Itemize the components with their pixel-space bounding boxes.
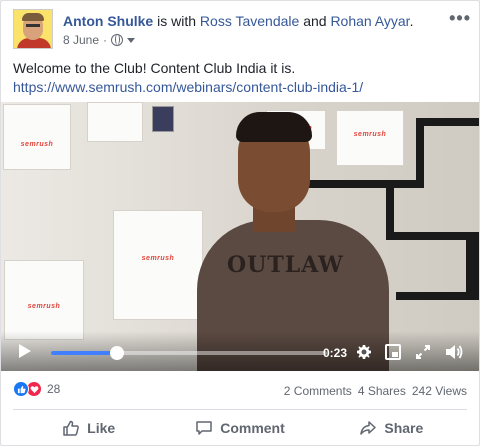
avatar[interactable] bbox=[13, 9, 53, 49]
bag-6: semrush bbox=[4, 260, 84, 340]
and-text: and bbox=[303, 13, 327, 29]
tagged-user-link-1[interactable]: Ross Tavendale bbox=[200, 13, 299, 29]
post-header: Anton Shulke is with Ross Tavendale and … bbox=[13, 9, 471, 53]
video-progress-bar[interactable] bbox=[51, 346, 327, 360]
sentence-period: . bbox=[409, 13, 414, 29]
bag-5: semrush bbox=[113, 210, 203, 320]
audience-caret-icon[interactable] bbox=[127, 37, 136, 43]
more-options-button[interactable]: ••• bbox=[449, 9, 471, 27]
with-text: is with bbox=[157, 13, 197, 29]
globe-icon bbox=[111, 34, 124, 46]
share-label: Share bbox=[384, 420, 424, 436]
reactions-summary[interactable]: 28 bbox=[13, 381, 60, 397]
meta-separator: · bbox=[103, 33, 108, 47]
wall-poster bbox=[152, 106, 174, 132]
bag-1: semrush bbox=[3, 104, 71, 170]
shirt-print-text: OUTLAW bbox=[227, 252, 344, 278]
author-line: Anton Shulke is with Ross Tavendale and … bbox=[63, 13, 413, 29]
like-label: Like bbox=[87, 420, 116, 436]
shelf-3 bbox=[301, 180, 424, 188]
engagement-counts: 2 Comments 4 Shares 242 Views bbox=[284, 384, 467, 398]
post-message: Welcome to the Club! Content Club India … bbox=[13, 59, 467, 97]
avatar-hair bbox=[22, 13, 44, 21]
like-button[interactable]: Like bbox=[13, 413, 164, 443]
picture-in-picture-icon[interactable] bbox=[385, 344, 401, 360]
shelf-1 bbox=[416, 118, 479, 126]
bag-logo-6: semrush bbox=[27, 303, 61, 310]
post-meta: 8 June · bbox=[63, 33, 136, 47]
person-hair bbox=[236, 112, 312, 142]
like-reaction-icon bbox=[13, 381, 29, 397]
message-url-link[interactable]: https://www.semrush.com/webinars/content… bbox=[13, 78, 467, 97]
bag-logo-5: semrush bbox=[141, 255, 175, 262]
share-icon bbox=[360, 421, 377, 435]
shelf-6 bbox=[466, 232, 479, 292]
comment-label: Comment bbox=[220, 420, 285, 436]
shelf-7 bbox=[396, 292, 479, 300]
thumbs-up-icon bbox=[63, 420, 80, 436]
bag-4: semrush bbox=[336, 110, 404, 166]
comment-button[interactable]: Comment bbox=[164, 413, 315, 443]
video-time: 0:23 bbox=[323, 346, 348, 360]
message-text: Welcome to the Club! Content Club India … bbox=[13, 60, 296, 76]
post-date-link[interactable]: 8 June bbox=[63, 33, 99, 47]
bag-2 bbox=[87, 102, 143, 142]
reaction-count: 28 bbox=[47, 382, 61, 396]
share-button[interactable]: Share bbox=[316, 413, 467, 443]
shares-count-link[interactable]: 4 Shares bbox=[358, 384, 406, 398]
volume-icon[interactable] bbox=[444, 343, 464, 361]
post-stats: 28 2 Comments 4 Shares 242 Views bbox=[13, 379, 467, 401]
post-card: Anton Shulke is with Ross Tavendale and … bbox=[0, 0, 480, 446]
shelf-2 bbox=[416, 118, 424, 188]
shelf-4 bbox=[386, 180, 394, 240]
post-actions: Like Comment Share bbox=[13, 413, 467, 443]
progress-scrubber-handle[interactable] bbox=[110, 346, 125, 360]
video-controls: 0:23 bbox=[1, 331, 479, 371]
tagged-user-link-2[interactable]: Rohan Ayyar bbox=[330, 13, 409, 29]
views-count: 242 Views bbox=[411, 384, 467, 398]
bag-logo-4: semrush bbox=[353, 131, 387, 138]
author-name-link[interactable]: Anton Shulke bbox=[63, 13, 153, 29]
comments-count-link[interactable]: 2 Comments bbox=[284, 384, 352, 398]
comment-icon bbox=[196, 421, 212, 435]
play-icon[interactable] bbox=[19, 344, 31, 358]
actions-divider bbox=[13, 409, 467, 410]
gear-icon[interactable] bbox=[356, 344, 372, 360]
avatar-glasses bbox=[26, 24, 40, 27]
video-player[interactable]: semrush semrush semrush semrush semrush … bbox=[1, 102, 479, 371]
fullscreen-icon[interactable] bbox=[415, 344, 431, 360]
video-progress-fill bbox=[51, 351, 118, 355]
bag-logo-1: semrush bbox=[20, 141, 54, 148]
